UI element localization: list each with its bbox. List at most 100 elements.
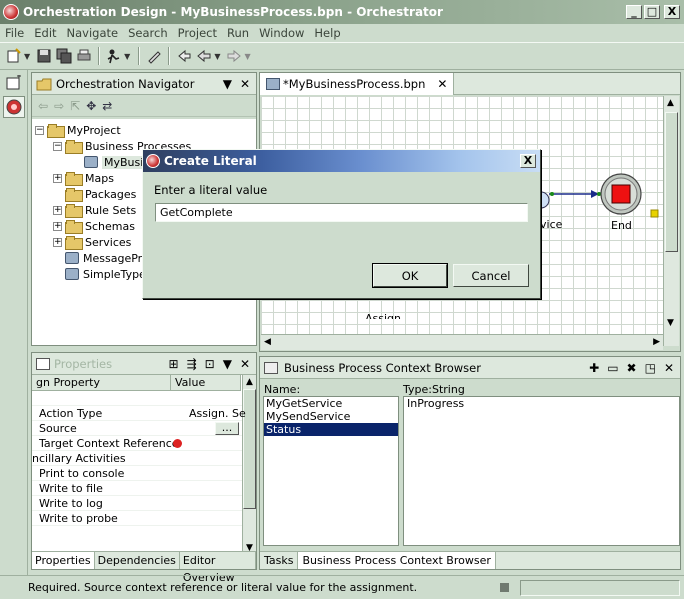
scroll-up-icon[interactable]: ▲	[246, 377, 253, 387]
context-variable-item[interactable]: MySendService	[264, 410, 398, 423]
tree-item[interactable]: Packages	[53, 186, 136, 202]
maximize-button[interactable]: □	[644, 5, 660, 19]
collapse-all-icon[interactable]: ✥	[86, 99, 96, 113]
browse-button[interactable]: ...	[215, 422, 239, 435]
open-perspective-icon[interactable]	[3, 72, 25, 94]
property-row[interactable]: Target Context Reference	[32, 436, 242, 451]
tree-item[interactable]: MessagePr	[53, 250, 142, 266]
delete-icon[interactable]: ✖	[627, 361, 637, 375]
save-all-icon[interactable]	[54, 46, 74, 66]
menu-project[interactable]: Project	[173, 26, 222, 40]
close-view-icon[interactable]: ✕	[664, 361, 674, 375]
property-name: Target Context Reference	[39, 437, 179, 450]
link-with-editor-icon[interactable]: ⇄	[102, 99, 112, 113]
close-button[interactable]: X	[664, 5, 680, 19]
tree-item[interactable]: MyBusi	[72, 154, 146, 170]
menu-run[interactable]: Run	[222, 26, 254, 40]
canvas-horizontal-scrollbar[interactable]: ◀ ▶	[261, 334, 663, 350]
menu-file[interactable]: File	[0, 26, 29, 40]
property-row[interactable]	[32, 391, 242, 406]
context-variable-item[interactable]: MyGetService	[264, 397, 398, 410]
run-dropdown-icon[interactable]: ▼	[124, 52, 130, 61]
scroll-left-icon[interactable]: ◀	[264, 337, 271, 347]
tab-editor-overview[interactable]: Editor Overview	[180, 552, 256, 584]
property-column-header[interactable]: gn Property	[32, 375, 171, 391]
collapse-icon[interactable]: −	[35, 125, 44, 135]
tab-context-browser[interactable]: Business Process Context Browser	[298, 552, 496, 569]
cancel-button[interactable]: Cancel	[453, 264, 529, 287]
context-variable-item[interactable]: Status	[264, 423, 398, 436]
property-row[interactable]: Write to log	[32, 496, 242, 511]
literal-value-input[interactable]	[155, 203, 528, 222]
dialog-close-button[interactable]: X	[520, 154, 536, 168]
save-icon[interactable]	[34, 46, 54, 66]
property-row[interactable]: Write to file	[32, 481, 242, 496]
forward-icon[interactable]	[224, 46, 244, 66]
menu-navigate[interactable]: Navigate	[62, 26, 124, 40]
pen-icon[interactable]	[144, 46, 164, 66]
menu-search[interactable]: Search	[123, 26, 173, 40]
collapse-icon[interactable]: −	[53, 141, 62, 151]
expand-icon[interactable]: +	[53, 237, 62, 247]
tab-properties[interactable]: Properties	[32, 552, 95, 569]
tree-item[interactable]: SimpleType	[53, 266, 146, 282]
back-dropdown-icon[interactable]: ▼	[214, 52, 220, 61]
new-dropdown-icon[interactable]: ▼	[24, 52, 30, 61]
scroll-down-icon[interactable]: ▼	[667, 318, 674, 328]
back-icon[interactable]	[194, 46, 214, 66]
dialog-title-bar[interactable]: Create Literal X	[143, 150, 540, 172]
new-icon[interactable]	[4, 46, 24, 66]
menu-help[interactable]: Help	[309, 26, 345, 40]
expand-icon[interactable]: +	[53, 221, 62, 231]
close-view-icon[interactable]: ✕	[240, 357, 250, 371]
property-row[interactable]: Source...	[32, 421, 242, 436]
title-bar[interactable]: Orchestration Design - MyBusinessProcess…	[0, 0, 684, 24]
tab-tasks[interactable]: Tasks	[260, 552, 299, 569]
run-icon[interactable]	[104, 46, 124, 66]
advanced-icon[interactable]: ⇶	[187, 357, 197, 371]
view-menu-icon[interactable]: ▼	[223, 77, 232, 91]
orchestration-perspective-icon[interactable]	[3, 96, 25, 118]
property-row[interactable]: Print to console	[32, 466, 242, 481]
scroll-thumb[interactable]	[665, 112, 678, 252]
property-row[interactable]: Write to probe	[32, 511, 242, 526]
categories-icon[interactable]: ⊞	[169, 357, 179, 371]
menu-edit[interactable]: Edit	[29, 26, 61, 40]
forward-dropdown-icon[interactable]: ▼	[244, 52, 250, 61]
new-icon[interactable]: ▭	[607, 361, 618, 375]
nav-forward-icon[interactable]: ⇨	[54, 99, 64, 113]
expand-icon[interactable]: +	[53, 205, 62, 215]
scroll-up-icon[interactable]: ▲	[667, 98, 674, 108]
canvas-vertical-scrollbar[interactable]: ▲ ▼	[663, 96, 679, 346]
print-icon[interactable]	[74, 46, 94, 66]
context-value-pane[interactable]: InProgress	[403, 396, 680, 546]
tree-item[interactable]: + Rule Sets	[53, 202, 136, 218]
expand-icon[interactable]: +	[53, 173, 62, 183]
defaults-icon[interactable]: ⊡	[205, 357, 215, 371]
tree-item[interactable]: + Schemas	[53, 218, 135, 234]
add-variable-icon[interactable]: ✚	[589, 361, 599, 375]
tab-dependencies[interactable]: Dependencies	[95, 552, 180, 569]
last-edit-icon[interactable]	[174, 46, 194, 66]
minimize-button[interactable]: _	[626, 5, 642, 19]
editor-tab[interactable]: *MyBusinessProcess.bpn ✕	[260, 72, 455, 95]
ok-button[interactable]: OK	[372, 263, 448, 288]
scroll-right-icon[interactable]: ▶	[653, 337, 660, 347]
property-row[interactable]: Action Type Assign. Se	[32, 406, 246, 421]
property-row[interactable]: ncillary Activities	[32, 451, 242, 466]
view-menu-icon[interactable]: ▼	[223, 357, 232, 371]
maximize-view-icon[interactable]: ◳	[645, 361, 656, 375]
folder-icon	[65, 220, 83, 234]
tree-item[interactable]: + Maps	[53, 170, 114, 186]
menu-window[interactable]: Window	[254, 26, 309, 40]
nav-up-icon[interactable]: ⇱	[70, 99, 80, 113]
properties-scrollbar[interactable]: ▲ ▼	[242, 375, 256, 555]
context-browser-title: Business Process Context Browser	[284, 360, 481, 375]
tree-item[interactable]: + Services	[53, 234, 131, 250]
nav-back-icon[interactable]: ⇦	[38, 99, 48, 113]
close-tab-icon[interactable]: ✕	[437, 77, 447, 91]
context-variable-list[interactable]: MyGetService MySendService Status	[263, 396, 399, 546]
close-view-icon[interactable]: ✕	[240, 77, 250, 91]
value-column-header[interactable]: Value	[171, 375, 241, 391]
tree-item[interactable]: − MyProject	[35, 122, 121, 138]
